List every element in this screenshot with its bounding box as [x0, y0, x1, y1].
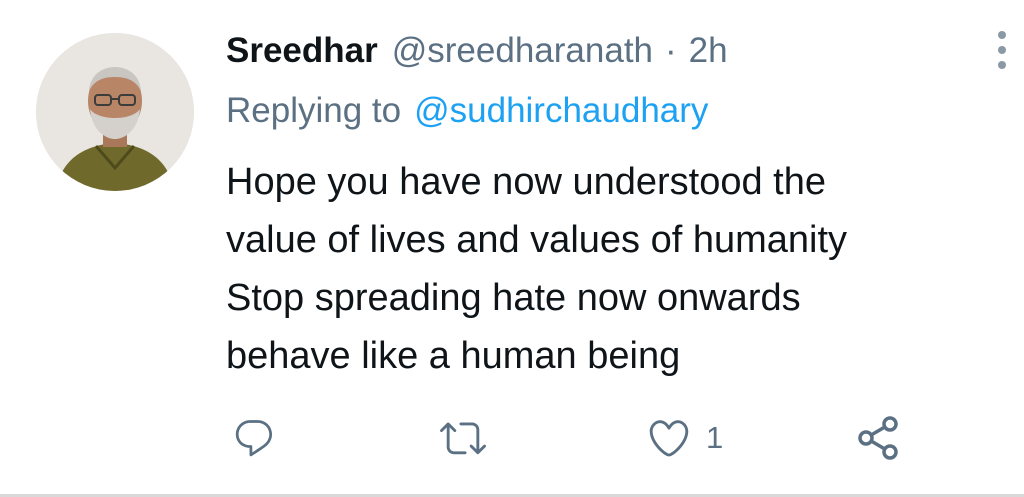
reply-mention-link[interactable]: @sudhirchaudhary — [414, 91, 708, 131]
author-handle[interactable]: @sreedharanath — [392, 31, 653, 71]
more-dot — [998, 61, 1006, 69]
tweet-text-line: value of lives and values of humanity — [226, 219, 848, 261]
separator-dot: · — [665, 31, 677, 70]
share-button[interactable] — [855, 412, 903, 464]
author-name[interactable]: Sreedhar — [226, 31, 378, 71]
heart-icon — [649, 420, 689, 457]
more-options-icon[interactable] — [986, 28, 1018, 72]
tweet[interactable]: Sreedhar @sreedharanath · 2h Replying to… — [0, 0, 1024, 497]
replying-to: Replying to @sudhirchaudhary — [226, 88, 708, 134]
retweet-button[interactable] — [440, 412, 486, 464]
timestamp[interactable]: 2h — [689, 31, 728, 71]
tweet-text-line: behave like a human being — [226, 335, 681, 377]
more-dot — [998, 46, 1006, 54]
share-icon — [858, 416, 898, 460]
like-count: 1 — [706, 420, 724, 455]
more-dot — [998, 31, 1006, 39]
replying-to-label: Replying to — [226, 91, 402, 130]
retweet-icon — [440, 422, 486, 455]
reply-icon — [235, 420, 273, 457]
reply-button[interactable] — [232, 412, 276, 464]
tweet-text-line: Hope you have now understood the — [226, 161, 826, 203]
tweet-text: Hope you have now understood the value o… — [226, 153, 986, 385]
tweet-header: Sreedhar @sreedharanath · 2h — [226, 28, 728, 74]
tweet-text-line: Stop spreading hate now onwards — [226, 277, 801, 319]
avatar-image — [36, 33, 194, 191]
like-button[interactable]: 1 — [646, 412, 723, 464]
avatar[interactable] — [36, 33, 194, 191]
tweet-actions: 1 — [0, 412, 1024, 464]
